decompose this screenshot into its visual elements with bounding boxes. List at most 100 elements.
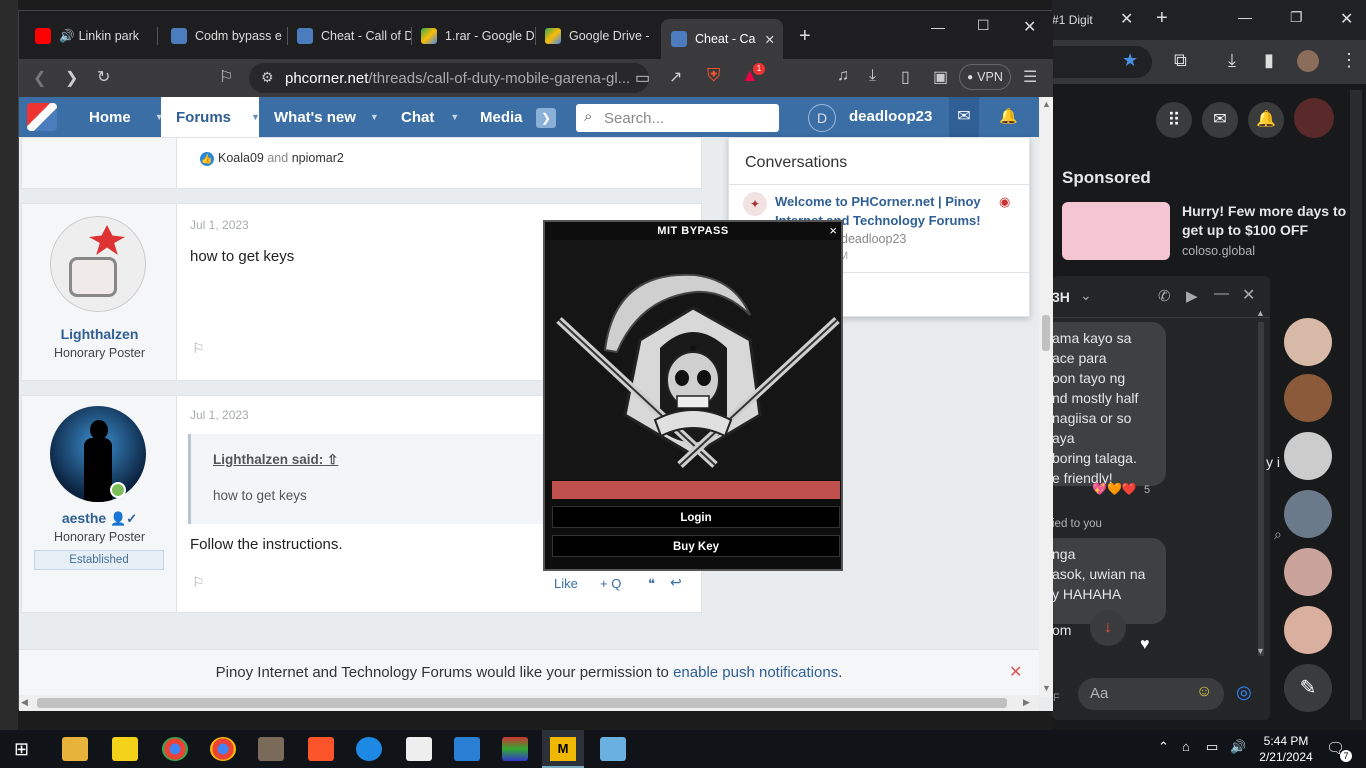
tab-cheat-active[interactable]: Cheat - Ca ✕	[661, 19, 783, 59]
music-icon[interactable]: ♫	[837, 67, 849, 85]
close-window-icon[interactable]: ✕	[1340, 9, 1353, 29]
star-icon[interactable]: ★	[1122, 50, 1138, 71]
video-icon[interactable]: ▶	[1186, 287, 1198, 305]
post-date[interactable]: Jul 1, 2023	[190, 408, 249, 422]
taskbar-active-app[interactable]: M	[542, 730, 584, 768]
tab-codm-bypass[interactable]: Codm bypass e	[161, 21, 285, 51]
message-composer[interactable]: Aa ☺	[1078, 678, 1224, 710]
conversation-participant[interactable]: deadloop23	[841, 232, 906, 246]
tab-linkin-park[interactable]: 🔊 Linkin park	[25, 21, 153, 51]
page-scrollbar[interactable]	[1350, 90, 1362, 720]
sidebar-icon[interactable]: ▯	[901, 67, 910, 87]
reaction-user[interactable]: Koala09	[218, 151, 264, 165]
scroll-up-icon[interactable]: ▲	[1256, 308, 1265, 318]
horizontal-scrollbar[interactable]: ◀ ▶	[19, 695, 1039, 711]
site-info-icon[interactable]: ⚙	[261, 69, 274, 86]
close-chat-icon[interactable]: ✕	[1242, 285, 1255, 305]
scroll-down-icon[interactable]: ↓	[1090, 610, 1126, 646]
tab-cheat-1[interactable]: Cheat - Call of D	[287, 21, 411, 51]
search-icon[interactable]: ⌕	[1274, 526, 1282, 543]
chat-name[interactable]: 3H	[1052, 289, 1070, 305]
vpn-button[interactable]: ● VPN	[959, 64, 1011, 90]
scroll-left-icon[interactable]: ◀	[21, 697, 28, 708]
brave-icon[interactable]	[308, 737, 334, 761]
reaction-user[interactable]: npiomar2	[292, 151, 344, 165]
post-date[interactable]: Jul 1, 2023	[190, 218, 249, 232]
ad-domain[interactable]: coloso.global	[1182, 244, 1255, 258]
username[interactable]: deadloop23	[849, 108, 932, 125]
close-tab-icon[interactable]: ✕	[765, 32, 775, 47]
new-tab-icon[interactable]: +	[1156, 7, 1168, 30]
avatar[interactable]	[1294, 98, 1334, 138]
reaction-icons[interactable]: 💖🧡❤️	[1092, 482, 1137, 496]
menu-icon[interactable]: ⋮	[1340, 50, 1358, 71]
post-username[interactable]: aesthe	[62, 510, 106, 526]
report-icon[interactable]: ⚐	[192, 340, 205, 357]
download-icon[interactable]: ⤓	[869, 67, 876, 85]
share-icon[interactable]: ↗	[669, 67, 682, 87]
scroll-down-icon[interactable]: ▼	[1042, 683, 1051, 693]
scroll-down-small-icon[interactable]: ▼	[1256, 646, 1265, 656]
minimize-icon[interactable]: —	[1238, 9, 1252, 25]
close-icon[interactable]: ✕	[1120, 9, 1133, 29]
reply-icon[interactable]: ↩	[670, 574, 682, 591]
clock[interactable]: 5:44 PM 2/21/2024	[1254, 733, 1318, 765]
chrome-profile-icon[interactable]	[210, 737, 236, 761]
phone-icon[interactable]: ✆	[1158, 287, 1171, 305]
new-message-icon[interactable]: ✎	[1284, 664, 1332, 712]
ad-title[interactable]: Hurry! Few more days to get up to $100 O…	[1182, 202, 1362, 240]
contact-avatar-5[interactable]	[1284, 548, 1332, 596]
ad-image[interactable]	[1062, 202, 1170, 260]
avatar[interactable]: ✦	[743, 192, 767, 216]
buy-key-button[interactable]: Buy Key	[552, 535, 840, 557]
quote-icon[interactable]: ❝	[648, 576, 655, 592]
multi-quote-button[interactable]: + Q	[600, 576, 621, 591]
scroll-up-icon[interactable]: ▲	[1042, 99, 1051, 109]
nav-chat[interactable]: Chat ▼	[401, 97, 461, 137]
search-input[interactable]: ⌕ Search...	[576, 104, 779, 132]
audio-icon[interactable]: 🔊	[59, 29, 75, 44]
menu-icon[interactable]: ☰	[1023, 67, 1037, 87]
chrome-icon[interactable]	[162, 737, 188, 761]
phcorner-logo[interactable]	[27, 103, 57, 131]
display-icon[interactable]: ▭	[1206, 739, 1218, 755]
download-icon[interactable]: ⤓	[1228, 50, 1236, 71]
enable-push-link[interactable]: enable push notifications	[673, 664, 838, 681]
avatar[interactable]	[50, 406, 146, 502]
nav-home[interactable]: Home ▼	[89, 97, 164, 137]
chat-scrollbar[interactable]	[1258, 322, 1264, 656]
apps-icon[interactable]: ⠿	[1156, 102, 1192, 138]
report-icon[interactable]: ⚐	[192, 574, 205, 591]
app-icon-3[interactable]	[600, 737, 626, 761]
contact-avatar-2[interactable]	[1284, 374, 1332, 422]
bell-icon[interactable]: 🔔	[1248, 102, 1284, 138]
bell-icon[interactable]: 🔔	[999, 107, 1018, 125]
close-icon[interactable]: ✕	[1009, 662, 1022, 682]
contact-avatar-3[interactable]	[1284, 432, 1332, 480]
close-window-icon[interactable]: ✕	[1023, 17, 1036, 37]
winrar-icon[interactable]	[502, 737, 528, 761]
steam-icon[interactable]	[356, 737, 382, 761]
chevron-up-icon[interactable]: ⌃	[1158, 739, 1169, 755]
security-icon[interactable]	[406, 737, 432, 761]
avatar[interactable]: D	[808, 104, 836, 132]
back-icon[interactable]: ❮	[33, 68, 46, 88]
url-field[interactable]: ⚙ phcorner.net/threads/call-of-duty-mobi…	[249, 63, 649, 93]
wallet-icon[interactable]: ▣	[933, 67, 948, 87]
quote-author[interactable]: Lighthalzen said:	[213, 452, 323, 467]
minimize-icon[interactable]: —	[931, 19, 945, 35]
windows-start-icon[interactable]: ⊞	[14, 739, 29, 760]
network-icon[interactable]: ⌂	[1182, 739, 1190, 754]
inbox-icon[interactable]: ✉	[949, 97, 979, 137]
brave-shields-icon[interactable]: ⛨	[707, 65, 721, 86]
emoji-icon[interactable]: ☺	[1196, 683, 1212, 701]
heart-icon[interactable]: ♥	[1140, 636, 1150, 654]
contact-avatar-1[interactable]	[1284, 318, 1332, 366]
sidebar-icon[interactable]: ▮	[1264, 50, 1274, 71]
app-icon[interactable]	[258, 737, 284, 761]
sticky-notes-icon[interactable]	[112, 737, 138, 761]
reload-icon[interactable]: ↻	[97, 67, 110, 87]
login-button[interactable]: Login	[552, 506, 840, 528]
contact-avatar-4[interactable]	[1284, 490, 1332, 538]
cast-icon[interactable]: ▭	[635, 68, 650, 88]
